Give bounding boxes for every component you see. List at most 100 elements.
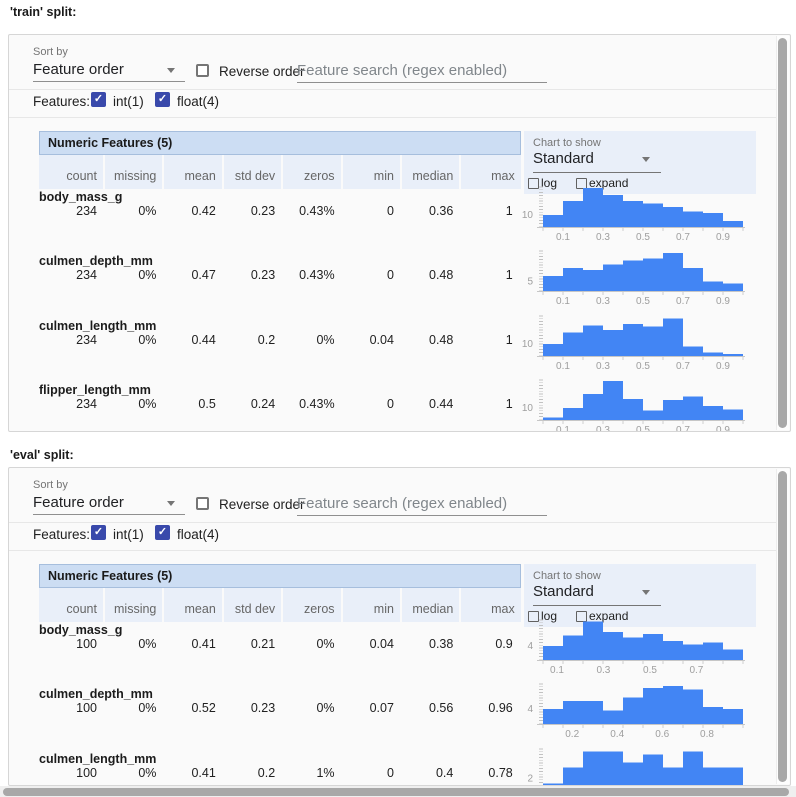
stat-value: 0% xyxy=(105,637,164,651)
histogram-chart: 100.10.30.50.70.9 xyxy=(519,314,754,372)
feature-name: body_mass_g xyxy=(39,623,122,637)
vertical-scrollbar-track[interactable] xyxy=(776,36,789,430)
column-header: count xyxy=(39,155,105,189)
column-header: zeros xyxy=(283,155,342,189)
svg-text:0.9: 0.9 xyxy=(716,425,730,432)
table-row: body_mass_g2340%0.420.230.43%00.361100.1… xyxy=(39,191,759,255)
chevron-down-icon[interactable] xyxy=(167,68,175,73)
svg-text:0.1: 0.1 xyxy=(556,361,570,372)
stat-value: 0.23 xyxy=(224,268,283,282)
filter-int-checkbox[interactable] xyxy=(91,92,106,107)
stat-value: 0.2 xyxy=(224,766,283,780)
filter-float-label: float(4) xyxy=(177,94,219,109)
stat-value: 0% xyxy=(105,333,164,347)
column-header: std dev xyxy=(224,155,283,189)
reverse-order-checkbox[interactable] xyxy=(196,64,209,77)
svg-text:0.7: 0.7 xyxy=(676,425,690,432)
feature-search-input[interactable] xyxy=(297,492,547,516)
feature-name: culmen_length_mm xyxy=(39,752,156,766)
feature-name: body_mass_g xyxy=(39,190,122,204)
stat-value: 0% xyxy=(283,333,342,347)
svg-text:0.3: 0.3 xyxy=(596,425,610,432)
divider xyxy=(9,117,776,118)
features-label: Features: xyxy=(33,527,90,542)
filter-float-checkbox[interactable] xyxy=(155,92,170,107)
stat-value: 1 xyxy=(461,397,520,411)
column-header: mean xyxy=(164,155,223,189)
svg-text:0.1: 0.1 xyxy=(556,425,570,432)
sort-by-label: Sort by xyxy=(33,46,68,58)
chevron-down-icon[interactable] xyxy=(642,590,650,595)
stat-value: 0.96 xyxy=(461,701,520,715)
stat-value: 234 xyxy=(39,397,105,411)
histogram-chart: 40.10.30.50.7 xyxy=(519,618,754,676)
chart-type-underline xyxy=(533,605,661,606)
sort-by-dropdown[interactable]: Feature order xyxy=(33,494,124,511)
svg-text:0.3: 0.3 xyxy=(596,361,610,372)
svg-text:0.9: 0.9 xyxy=(716,361,730,372)
eval-split-heading: 'eval' split: xyxy=(10,448,74,462)
vertical-scrollbar[interactable] xyxy=(778,38,787,428)
stat-value: 0.9 xyxy=(461,637,520,651)
filter-int-checkbox[interactable] xyxy=(91,525,106,540)
column-header: missing xyxy=(105,588,164,622)
stat-value: 0.04 xyxy=(343,637,402,651)
chart-type-dropdown[interactable]: Standard xyxy=(533,150,594,167)
reverse-order-label: Reverse order xyxy=(219,64,305,79)
stat-value: 0.38 xyxy=(402,637,461,651)
stat-value: 0.23 xyxy=(224,701,283,715)
stat-value: 0.44 xyxy=(164,333,223,347)
chevron-down-icon[interactable] xyxy=(642,157,650,162)
table-row: body_mass_g1000%0.410.210%0.040.380.940.… xyxy=(39,624,759,688)
stat-value: 1 xyxy=(461,204,520,218)
column-header: median xyxy=(402,155,461,189)
stat-value: 0 xyxy=(343,766,402,780)
stat-value: 0.04 xyxy=(343,333,402,347)
stat-value: 1 xyxy=(461,333,520,347)
column-header: max xyxy=(461,588,520,622)
svg-text:0.1: 0.1 xyxy=(550,665,564,676)
feature-stats: 2340%0.50.240.43%00.441 xyxy=(39,397,521,411)
horizontal-scrollbar[interactable] xyxy=(3,788,789,796)
feature-name: culmen_depth_mm xyxy=(39,687,153,701)
stat-value: 0.42 xyxy=(164,204,223,218)
chart-type-dropdown[interactable]: Standard xyxy=(533,583,594,600)
feature-stats: 2340%0.440.20%0.040.481 xyxy=(39,333,521,347)
sort-by-dropdown[interactable]: Feature order xyxy=(33,61,124,78)
stat-value: 0.52 xyxy=(164,701,223,715)
train-split-panel: Sort by Feature order Reverse order Feat… xyxy=(8,34,791,432)
table-row: culmen_depth_mm2340%0.470.230.43%00.4815… xyxy=(39,255,759,319)
column-header: min xyxy=(343,588,402,622)
filter-float-label: float(4) xyxy=(177,527,219,542)
histogram-chart: 40.20.40.60.8 xyxy=(519,682,754,740)
divider xyxy=(9,522,776,523)
histogram-chart: 50.10.30.50.70.9 xyxy=(519,249,754,307)
chart-type-underline xyxy=(533,172,661,173)
svg-text:0.9: 0.9 xyxy=(716,296,730,307)
sort-by-label: Sort by xyxy=(33,479,68,491)
svg-text:0.3: 0.3 xyxy=(596,296,610,307)
feature-name: culmen_length_mm xyxy=(39,319,156,333)
stat-value: 0 xyxy=(343,204,402,218)
sort-by-underline xyxy=(33,81,185,82)
svg-text:0.7: 0.7 xyxy=(676,296,690,307)
horizontal-scrollbar-track[interactable] xyxy=(0,786,796,797)
numeric-features-header: Numeric Features (5) xyxy=(39,131,521,155)
vertical-scrollbar[interactable] xyxy=(778,471,787,782)
reverse-order-checkbox[interactable] xyxy=(196,497,209,510)
chart-to-show-label: Chart to show xyxy=(533,137,601,149)
table-row: culmen_length_mm1000%0.410.21%00.40.7820… xyxy=(39,753,759,786)
stat-value: 100 xyxy=(39,766,105,780)
histogram-chart: 20.20.40.6 xyxy=(519,747,754,786)
svg-text:0.1: 0.1 xyxy=(556,296,570,307)
svg-text:4: 4 xyxy=(527,641,533,652)
filter-float-checkbox[interactable] xyxy=(155,525,170,540)
stat-value: 0.56 xyxy=(402,701,461,715)
svg-text:0.7: 0.7 xyxy=(676,232,690,243)
feature-search-input[interactable] xyxy=(297,59,547,83)
chevron-down-icon[interactable] xyxy=(167,501,175,506)
vertical-scrollbar-track[interactable] xyxy=(776,469,789,784)
column-header: missing xyxy=(105,155,164,189)
sort-by-underline xyxy=(33,514,185,515)
stat-value: 0.48 xyxy=(402,333,461,347)
